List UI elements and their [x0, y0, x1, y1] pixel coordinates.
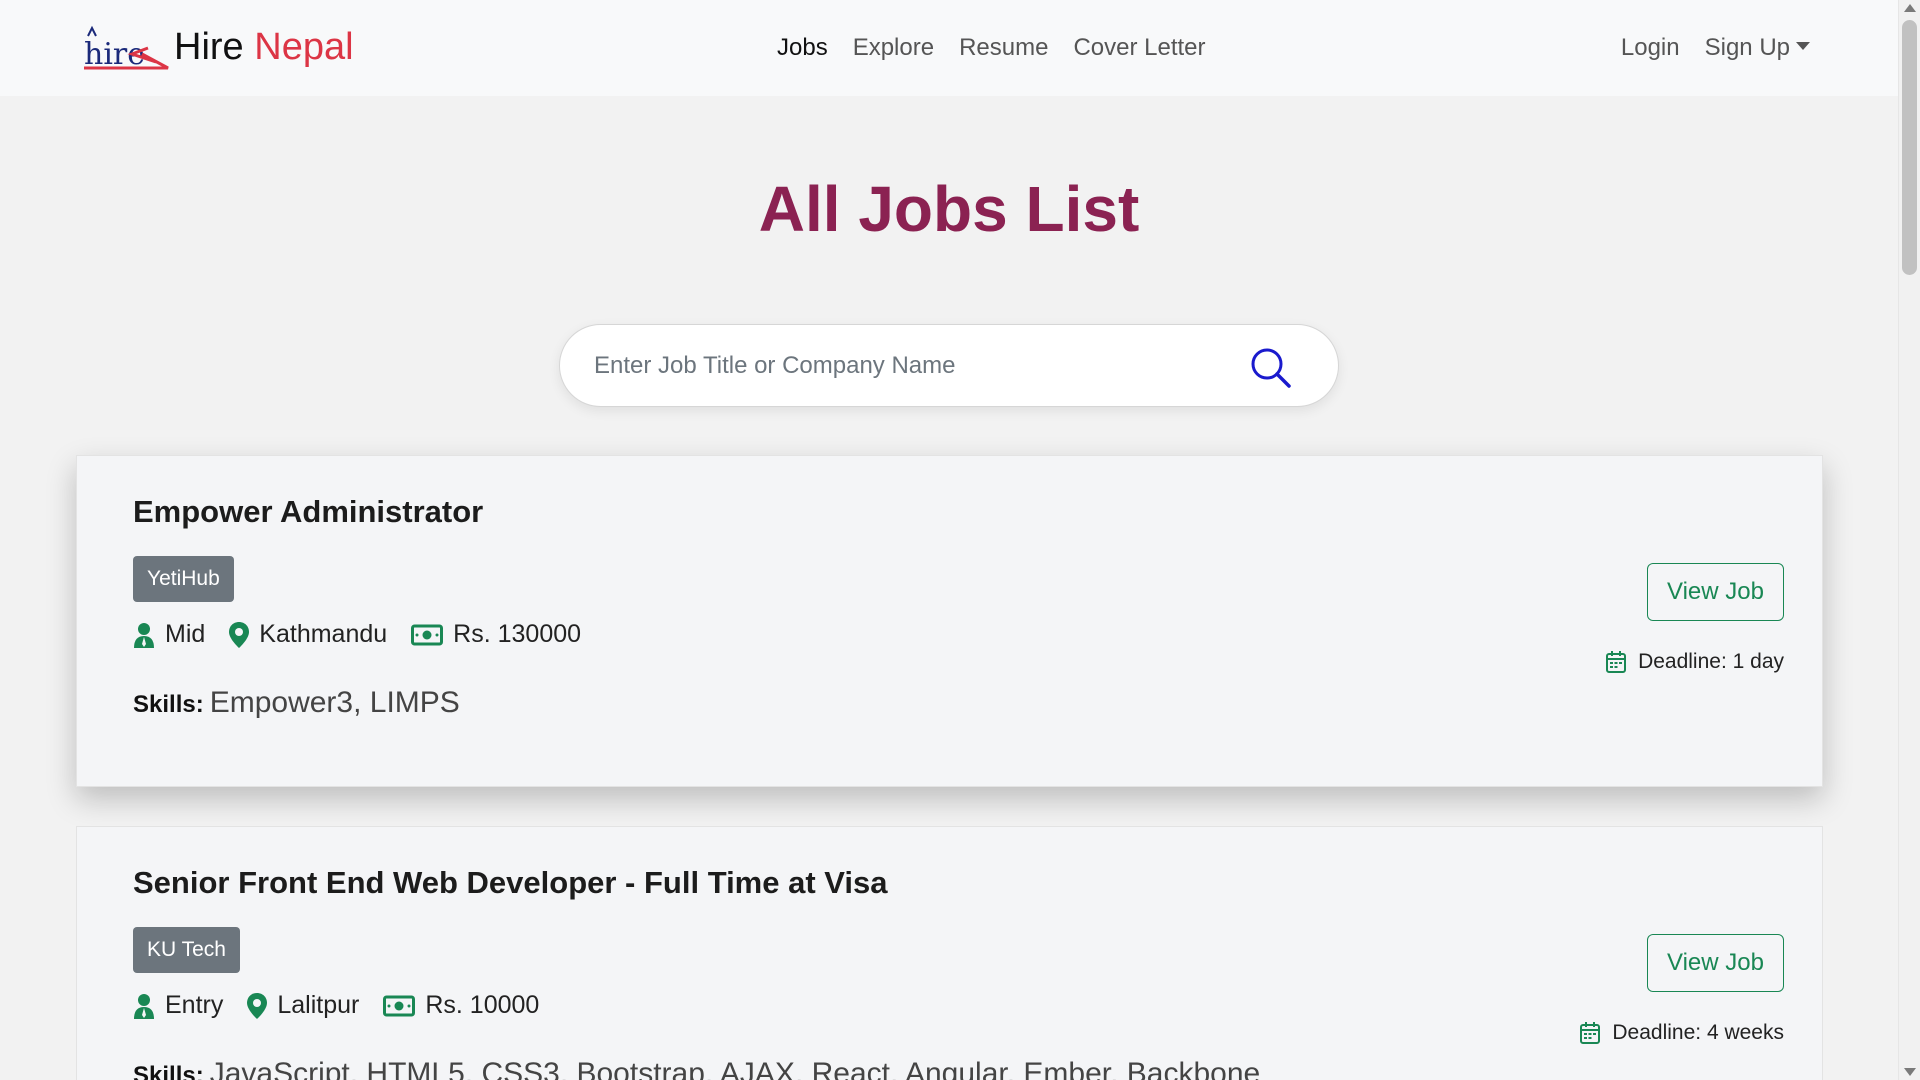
nav-link-cover-letter[interactable]: Cover Letter — [1073, 34, 1205, 62]
scroll-up-icon[interactable] — [1904, 4, 1916, 12]
skills-list: JavaScript, HTML5, CSS3, Bootstrap, AJAX… — [209, 1057, 1261, 1080]
nav-auth: Login Sign Up — [1621, 34, 1810, 62]
search-input[interactable] — [594, 345, 1194, 387]
job-skills: Skills: Empower3, LIMPS — [133, 686, 460, 720]
job-meta: Mid Kathmandu Rs. 130000 — [133, 620, 605, 649]
nav-link-resume[interactable]: Resume — [959, 34, 1048, 62]
view-job-button[interactable]: View Job — [1647, 934, 1784, 992]
company-badge: YetiHub — [133, 556, 234, 602]
job-location: Lalitpur — [247, 991, 359, 1020]
job-deadline: Deadline: 4 weeks — [1580, 1021, 1784, 1045]
map-pin-icon — [247, 992, 268, 1019]
caret-down-icon — [1796, 41, 1810, 50]
brand[interactable]: hire Hire Nepal — [80, 24, 354, 70]
company-badge: KU Tech — [133, 927, 240, 973]
job-meta: Entry Lalitpur Rs. 10000 — [133, 991, 563, 1020]
signup-dropdown[interactable]: Sign Up — [1705, 34, 1810, 62]
user-tie-icon — [134, 622, 154, 648]
job-deadline: Deadline: 1 day — [1606, 650, 1784, 674]
skills-label: Skills: — [133, 1062, 204, 1080]
nav-link-jobs[interactable]: Jobs — [777, 34, 828, 62]
signup-label: Sign Up — [1704, 34, 1790, 61]
job-salary: Rs. 130000 — [411, 620, 581, 649]
user-tie-icon — [134, 993, 154, 1019]
scrollbar[interactable] — [1898, 0, 1920, 1080]
calendar-icon — [1580, 1022, 1601, 1044]
page-title: All Jobs List — [758, 173, 1140, 245]
money-icon — [383, 995, 416, 1016]
search-icon[interactable] — [1248, 345, 1294, 391]
login-link[interactable]: Login — [1621, 34, 1680, 62]
skills-list: Empower3, LIMPS — [209, 686, 460, 719]
map-pin-icon — [229, 621, 250, 648]
skills-label: Skills: — [133, 691, 204, 718]
view-job-button[interactable]: View Job — [1647, 563, 1784, 621]
job-title[interactable]: Senior Front End Web Developer - Full Ti… — [133, 865, 888, 901]
scroll-thumb[interactable] — [1902, 20, 1917, 275]
job-location: Kathmandu — [229, 620, 387, 649]
navbar: hire Hire Nepal Jobs Explore Resume Cove… — [0, 0, 1898, 96]
job-level: Mid — [133, 620, 205, 649]
job-level: Entry — [133, 991, 223, 1020]
job-title[interactable]: Empower Administrator — [133, 494, 483, 530]
job-salary: Rs. 10000 — [383, 991, 539, 1020]
logo-icon: hire — [84, 25, 169, 70]
job-card: Empower Administrator YetiHub Mid Kathma… — [76, 455, 1823, 787]
calendar-icon — [1606, 651, 1627, 673]
job-card: Senior Front End Web Developer - Full Ti… — [76, 826, 1823, 1080]
brand-name: Hire Nepal — [174, 25, 354, 68]
money-icon — [411, 624, 444, 645]
nav-links: Jobs Explore Resume Cover Letter — [777, 34, 1206, 62]
nav-link-explore[interactable]: Explore — [853, 34, 934, 62]
job-skills: Skills: JavaScript, HTML5, CSS3, Bootstra… — [133, 1057, 1260, 1080]
search-bar — [559, 324, 1339, 407]
scroll-down-icon[interactable] — [1904, 1068, 1916, 1076]
